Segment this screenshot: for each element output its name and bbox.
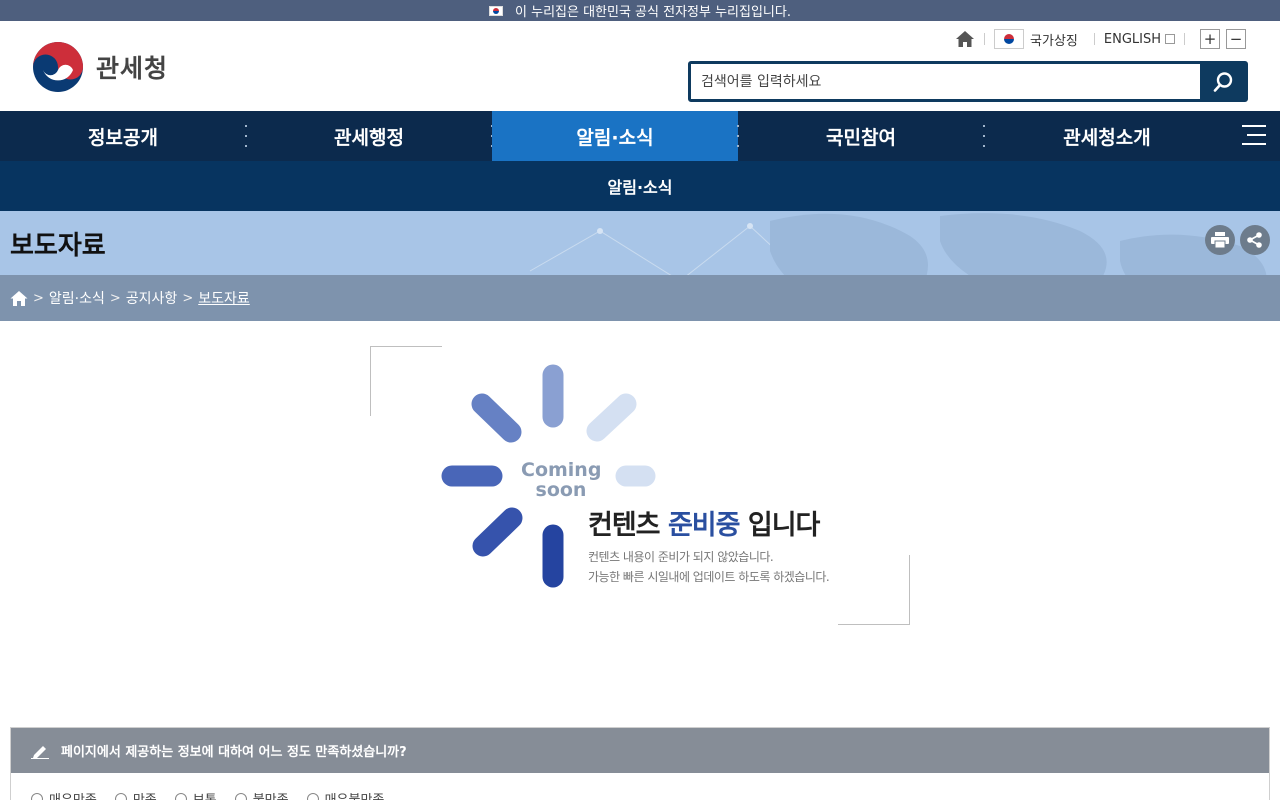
page-title: 보도자료	[10, 231, 106, 261]
search-icon	[1213, 71, 1232, 92]
survey-options: 매우만족 만족 보통 불만족 매우불만족	[11, 773, 1269, 800]
chevron-right-icon: >	[33, 290, 44, 306]
nav-item-about[interactable]: 관세청소개	[984, 111, 1230, 161]
option-label: 매우만족	[49, 789, 97, 800]
desc-line: 가능한 빠른 시일내에 업데이트 하도록 하겠습니다.	[588, 570, 830, 584]
survey-header: 페이지에서 제공하는 정보에 대하여 어느 정도 만족하셨습니까?	[11, 728, 1269, 773]
divider	[984, 33, 986, 45]
zoom-in-button[interactable]: +	[1200, 29, 1220, 49]
header: 관세청 국가상징 ENGLISH + −	[0, 21, 1280, 111]
menu-icon[interactable]	[1242, 124, 1266, 146]
frame-corner	[370, 346, 442, 416]
breadcrumb-item[interactable]: 공지사항	[126, 288, 178, 308]
heading-highlight: 준비중	[667, 510, 741, 541]
nav-item-label: 관세행정	[334, 126, 404, 149]
search-box	[688, 61, 1248, 102]
option-label: 보통	[193, 789, 217, 800]
survey-option-very-satisfied[interactable]: 매우만족	[31, 789, 97, 800]
home-icon[interactable]	[10, 290, 28, 307]
national-symbol-link[interactable]: 국가상징	[994, 29, 1078, 49]
gov-banner: 이 누리집은 대한민국 공식 전자정부 누리집입니다.	[0, 0, 1280, 21]
zoom-out-button[interactable]: −	[1226, 29, 1246, 49]
utility-bar: 국가상징 ENGLISH + −	[955, 29, 1246, 49]
soon-word: soon	[535, 479, 587, 501]
nav-item-news[interactable]: 알림·소식	[492, 111, 739, 161]
coming-word: Coming	[521, 459, 602, 481]
survey-option-satisfied[interactable]: 만족	[114, 789, 157, 800]
logo-text: 관세청	[96, 54, 169, 83]
survey-option-neutral[interactable]: 보통	[174, 789, 217, 800]
divider	[1093, 33, 1095, 45]
sub-nav-item[interactable]: 알림·소식	[608, 174, 673, 198]
national-symbol-label: 국가상징	[1030, 33, 1078, 49]
chevron-right-icon: >	[182, 290, 194, 306]
radio-icon	[174, 792, 187, 800]
radio-icon	[306, 792, 319, 800]
nav-item-participation[interactable]: 국민참여	[738, 111, 985, 161]
radio-icon	[114, 792, 127, 800]
taegeuk-logo-icon	[32, 41, 84, 93]
chevron-right-icon: >	[109, 290, 121, 306]
nav-item-label: 알림·소식	[576, 126, 654, 149]
nav-item-label: 국민참여	[826, 126, 896, 149]
survey-option-dissatisfied[interactable]: 불만족	[234, 789, 289, 800]
satisfaction-survey: 페이지에서 제공하는 정보에 대하여 어느 정도 만족하셨습니까? 매우만족 만…	[10, 727, 1270, 800]
coming-soon-word: Coming soon	[521, 460, 601, 500]
breadcrumb-current[interactable]: 보도자료	[198, 288, 250, 308]
nav-item-label: 정보공개	[88, 126, 158, 149]
survey-option-very-dissatisfied[interactable]: 매우불만족	[306, 789, 385, 800]
home-icon[interactable]	[955, 29, 975, 49]
desc-line: 컨텐츠 내용이 준비가 되지 않았습니다.	[588, 550, 774, 564]
survey-question: 페이지에서 제공하는 정보에 대하여 어느 정도 만족하셨습니까?	[61, 745, 407, 760]
english-link[interactable]: ENGLISH	[1104, 32, 1175, 47]
breadcrumb: > 알림·소식 > 공지사항 > 보도자료	[0, 275, 1280, 321]
nav-item-customs-admin[interactable]: 관세행정	[246, 111, 493, 161]
main-nav: 정보공개 관세행정 알림·소식 국민참여 관세청소개	[0, 111, 1280, 161]
gov-banner-text: 이 누리집은 대한민국 공식 전자정부 누리집입니다.	[515, 5, 791, 20]
search-button[interactable]	[1200, 64, 1245, 99]
nav-item-info-disclosure[interactable]: 정보공개	[0, 111, 247, 161]
site-logo[interactable]: 관세청	[32, 41, 168, 93]
korea-flag-icon	[994, 29, 1025, 49]
radio-icon	[31, 792, 43, 800]
heading-pre: 컨텐츠	[588, 510, 661, 541]
new-window-icon	[1165, 34, 1175, 44]
heading-post: 입니다	[747, 510, 821, 541]
english-label: ENGLISH	[1103, 31, 1161, 47]
divider	[1184, 33, 1185, 45]
korea-flag-icon	[489, 5, 504, 16]
coming-soon-description: 컨텐츠 내용이 준비가 되지 않았습니다. 가능한 빠른 시일내에 업데이트 하…	[588, 547, 830, 587]
option-label: 만족	[133, 789, 157, 800]
radio-icon	[234, 792, 247, 800]
print-button[interactable]	[1205, 225, 1235, 255]
world-map-graphic	[529, 213, 1267, 275]
share-button[interactable]	[1240, 225, 1270, 255]
sub-nav: 알림·소식	[0, 161, 1280, 211]
print-icon	[1211, 232, 1229, 248]
frame-corner	[838, 555, 910, 625]
share-icon	[1247, 232, 1262, 248]
page-title-band: 보도자료	[0, 211, 1280, 275]
coming-soon-heading: 컨텐츠 준비중 입니다	[588, 503, 821, 542]
option-label: 매우불만족	[325, 789, 385, 800]
pencil-icon	[31, 745, 49, 759]
search-input[interactable]	[691, 64, 1200, 99]
breadcrumb-item[interactable]: 알림·소식	[49, 288, 105, 308]
nav-item-label: 관세청소개	[1063, 126, 1151, 149]
option-label: 불만족	[253, 789, 289, 800]
